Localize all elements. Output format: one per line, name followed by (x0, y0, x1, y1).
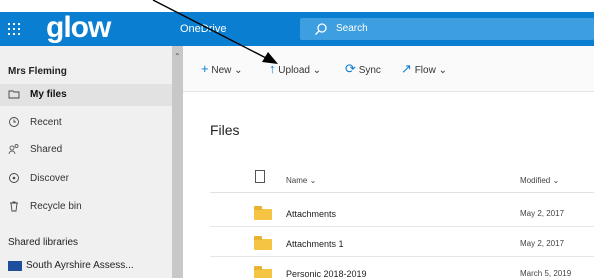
sidebar-item-recent[interactable]: Recent (0, 112, 172, 134)
discover-icon (9, 173, 19, 183)
sidebar-item-recycle-bin[interactable]: Recycle bin (0, 196, 172, 218)
search-icon (315, 23, 327, 35)
file-type-icon[interactable] (255, 170, 265, 183)
sync-label: Sync (358, 65, 381, 76)
modified-date: March 5, 2019 (520, 269, 572, 278)
clock-icon (9, 117, 19, 127)
chevron-down-icon: ⌄ (438, 65, 447, 76)
sidebar-item-label: My files (30, 89, 67, 100)
app-name[interactable]: OneDrive (180, 23, 226, 35)
sidebar-item-label: Recent (30, 117, 62, 128)
column-header-modified[interactable]: Modified ⌄ (520, 176, 559, 185)
upload-label: Upload (278, 65, 310, 76)
onedrive-window: glow OneDrive Search ⌃ Mrs Fleming My fi… (0, 0, 594, 278)
school-logo-icon (8, 261, 22, 271)
sidebar-item-label: Shared (30, 144, 63, 155)
sidebar-item-shared[interactable]: Shared (0, 139, 172, 161)
user-name: Mrs Fleming (8, 66, 67, 77)
scroll-up-icon[interactable]: ⌃ (174, 52, 181, 61)
folder-icon (254, 206, 272, 220)
shared-libraries-heading: Shared libraries (8, 237, 79, 248)
sidebar-scrollbar[interactable] (172, 46, 183, 278)
table-row[interactable]: Attachments May 2, 2017 (210, 197, 594, 227)
app-launcher-icon[interactable] (8, 23, 22, 35)
chevron-down-icon: ⌄ (312, 65, 322, 76)
flow-label: Flow (414, 65, 436, 76)
upload-arrow-icon: ↑ (269, 61, 276, 76)
sidebar-library-item[interactable]: South Ayrshire Assess... (0, 258, 172, 278)
file-list-header: Name ⌄ Modified ⌄ (210, 167, 594, 193)
column-header-name[interactable]: Name ⌄ (286, 176, 316, 185)
folder-icon (254, 266, 272, 278)
table-row[interactable]: Personic 2018-2019 March 5, 2019 (210, 257, 594, 278)
sidebar-item-label: Discover (30, 173, 69, 184)
recycle-bin-icon (10, 201, 18, 212)
sidebar-item-my-files[interactable]: My files (0, 84, 172, 106)
table-row[interactable]: Attachments 1 May 2, 2017 (210, 227, 594, 257)
folder-icon (8, 90, 20, 99)
plus-icon: + (201, 61, 209, 76)
modified-date: May 2, 2017 (520, 239, 565, 248)
search-box[interactable]: Search (300, 18, 594, 40)
suite-bar: glow OneDrive Search (0, 12, 594, 46)
file-name[interactable]: Attachments (286, 209, 336, 219)
sidebar-item-discover[interactable]: Discover (0, 168, 172, 190)
brand-logo[interactable]: glow (46, 12, 111, 44)
flow-icon: ↗ (401, 61, 412, 76)
command-bar: + New ⌄ ↑ Upload ⌄ ⟳ Sync ↗ Flow ⌄ (183, 46, 594, 92)
sync-button[interactable]: ⟳ Sync (345, 61, 381, 77)
sync-icon: ⟳ (345, 61, 356, 76)
file-name[interactable]: Attachments 1 (286, 239, 344, 249)
flow-button[interactable]: ↗ Flow ⌄ (401, 61, 447, 77)
search-input[interactable]: Search (336, 23, 368, 34)
new-label: New (211, 65, 232, 76)
page-title: Files (210, 122, 240, 138)
sidebar-item-label: Recycle bin (30, 201, 82, 212)
upload-button[interactable]: ↑ Upload ⌄ (269, 61, 321, 76)
people-icon (8, 144, 19, 155)
modified-date: May 2, 2017 (520, 209, 565, 218)
folder-icon (254, 236, 272, 250)
new-button[interactable]: + New ⌄ (201, 61, 243, 76)
library-label: South Ayrshire Assess... (26, 260, 134, 271)
file-name[interactable]: Personic 2018-2019 (286, 269, 367, 278)
chevron-down-icon: ⌄ (234, 65, 243, 76)
